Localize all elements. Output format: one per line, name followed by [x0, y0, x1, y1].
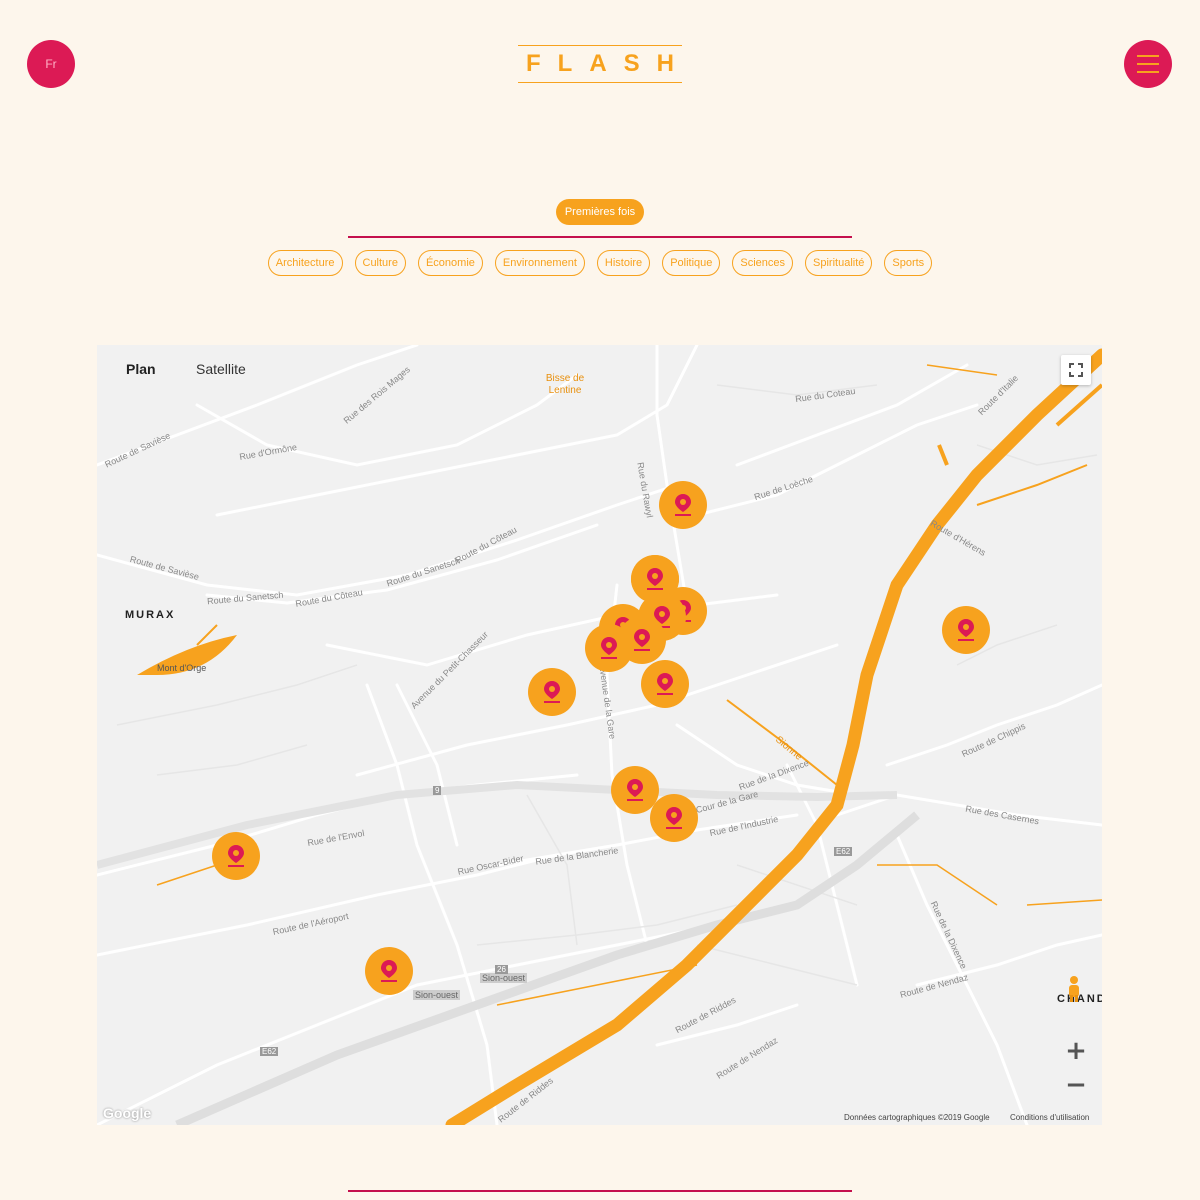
map-marker[interactable] [212, 832, 260, 880]
category-economie[interactable]: Économie [417, 250, 483, 276]
pin-icon [675, 494, 691, 516]
map-marker[interactable] [585, 624, 633, 672]
map-marker[interactable] [641, 660, 689, 708]
menu-line-icon [1137, 63, 1159, 65]
pin-icon [657, 673, 673, 695]
map-label-shield: 26 [495, 965, 508, 974]
map-label-exit: Sion-ouest [480, 973, 528, 983]
map-label-bisse: Bisse de Lentine [545, 373, 585, 396]
category-filters: Architecture Culture Économie Environnem… [0, 250, 1200, 276]
pin-icon [544, 681, 560, 703]
site-logo[interactable]: FLASH [518, 45, 682, 83]
pin-icon [627, 779, 643, 801]
terms-link[interactable]: Conditions d'utilisation [1010, 1113, 1089, 1122]
filter-premieres-fois[interactable]: Premières fois [556, 199, 644, 225]
pin-icon [958, 619, 974, 641]
pin-icon [634, 629, 650, 651]
zoom-out-button[interactable]: − [1063, 1072, 1089, 1098]
category-culture[interactable]: Culture [354, 250, 406, 276]
menu-line-icon [1137, 71, 1159, 73]
divider-top [348, 236, 852, 238]
pin-icon [647, 568, 663, 590]
category-sports[interactable]: Sports [884, 250, 933, 276]
map-label-shield: E62 [260, 1047, 279, 1056]
menu-button[interactable] [1124, 40, 1172, 88]
map-marker[interactable] [659, 481, 707, 529]
divider-bottom [348, 1190, 852, 1192]
category-histoire[interactable]: Histoire [596, 250, 651, 276]
map-marker[interactable] [528, 668, 576, 716]
map-type-plan[interactable]: Plan [126, 361, 156, 377]
map-label-shield: E62 [834, 847, 853, 856]
map-attribution: Données cartographiques ©2019 Google [844, 1113, 990, 1122]
pin-icon [666, 807, 682, 829]
pin-icon [228, 845, 244, 867]
pegman-icon [1069, 976, 1079, 1002]
pin-icon [601, 637, 617, 659]
category-environnement[interactable]: Environnement [494, 250, 585, 276]
category-sciences[interactable]: Sciences [732, 250, 794, 276]
fullscreen-icon [1069, 363, 1083, 377]
map-type-satellite[interactable]: Satellite [196, 361, 246, 377]
google-logo: Google [103, 1105, 152, 1121]
map-label-murax: MURAX [125, 609, 176, 621]
street-view-pegman[interactable] [1065, 975, 1083, 1008]
map-marker[interactable] [650, 794, 698, 842]
fullscreen-button[interactable] [1061, 355, 1091, 385]
map-label-place: Mont d'Orge [157, 663, 207, 673]
pin-icon [381, 960, 397, 982]
zoom-in-button[interactable]: + [1063, 1038, 1089, 1064]
map-marker[interactable] [631, 555, 679, 603]
category-politique[interactable]: Politique [662, 250, 721, 276]
map-base [97, 345, 1102, 1125]
map-label-exit: Sion-ouest [413, 990, 461, 1000]
language-button[interactable]: Fr [27, 40, 75, 88]
map-view[interactable]: Plan Satellite MURAX CHAND Bisse de Lent… [97, 345, 1102, 1125]
category-spiritualite[interactable]: Spiritualité [805, 250, 873, 276]
map-marker[interactable] [942, 606, 990, 654]
map-label-shield: 9 [433, 786, 442, 795]
map-marker[interactable] [365, 947, 413, 995]
category-architecture[interactable]: Architecture [267, 250, 343, 276]
menu-line-icon [1137, 55, 1159, 57]
